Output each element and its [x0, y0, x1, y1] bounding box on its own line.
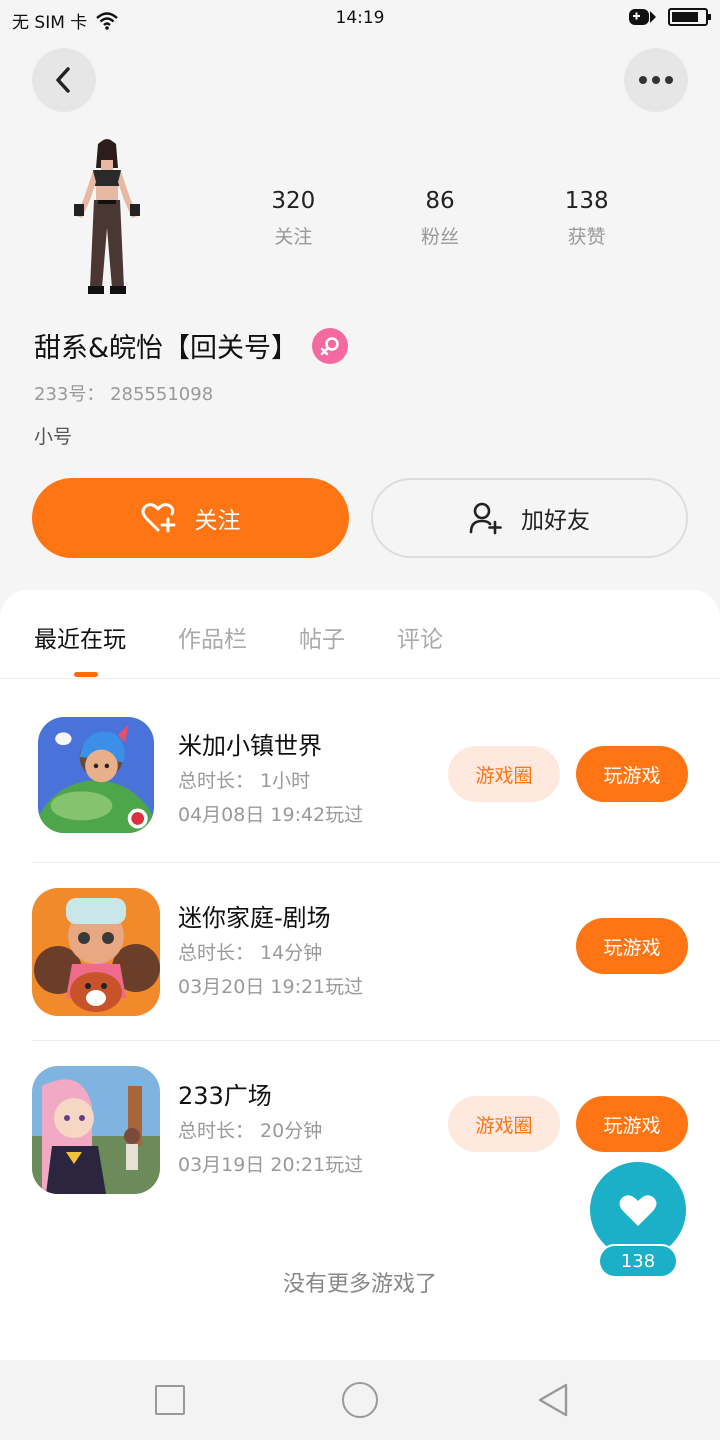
play-game-button[interactable]: 玩游戏 [576, 918, 688, 974]
status-bar: 无 SIM 卡 14:19 [0, 0, 720, 36]
stat-label: 关注 [274, 226, 313, 248]
back-button[interactable] [32, 48, 96, 112]
status-right [628, 7, 711, 27]
home-icon[interactable] [342, 1382, 378, 1418]
game-duration: 总时长： 20分钟 [178, 1120, 323, 1142]
game-duration: 总时长： 1小时 [178, 770, 311, 792]
add-user-icon [469, 502, 502, 535]
female-gender-icon [312, 327, 349, 364]
recent-apps-icon[interactable] [155, 1385, 185, 1415]
game-duration: 总时长： 14分钟 [178, 942, 323, 964]
game-icon[interactable] [32, 1066, 160, 1194]
add-friend-button[interactable]: 加好友 [371, 478, 688, 558]
tab-works[interactable]: 作品栏 [178, 620, 247, 654]
tab-posts[interactable]: 帖子 [299, 620, 345, 654]
tab-indicator [74, 672, 98, 677]
system-nav-bar [0, 1360, 720, 1440]
username: 甜系&皖怡【回关号】 [34, 333, 299, 364]
game-last-played: 03月20日 19:21玩过 [178, 976, 364, 998]
row-divider [32, 1040, 720, 1041]
tab-recently-played[interactable]: 最近在玩 [34, 620, 126, 654]
add-friend-label: 加好友 [521, 508, 590, 534]
game-last-played: 04月08日 19:42玩过 [178, 804, 364, 826]
row-divider [32, 862, 720, 863]
user-id: 233号： 285551098 [34, 384, 214, 405]
battery-fill [672, 12, 698, 22]
tab-bar: 最近在玩 作品栏 帖子 评论 [34, 620, 443, 654]
game-circle-button[interactable]: 游戏圈 [448, 746, 560, 802]
chevron-left-icon [56, 67, 70, 93]
stat-likes[interactable]: 138 获赞 [527, 188, 647, 249]
status-time: 14:19 [335, 8, 385, 28]
follow-button[interactable]: 关注 [32, 478, 349, 558]
stat-label: 粉丝 [420, 226, 459, 248]
avatar[interactable] [60, 138, 150, 298]
battery-icon [668, 8, 711, 26]
tabs-divider [0, 678, 720, 679]
username-row: 甜系&皖怡【回关号】 [34, 326, 349, 365]
stat-value: 320 [271, 188, 316, 214]
more-dots-icon [639, 76, 673, 84]
more-button[interactable] [624, 48, 688, 112]
tab-comments[interactable]: 评论 [397, 620, 443, 654]
game-row[interactable]: 迷你家庭-剧场 总时长： 14分钟 03月20日 19:21玩过 玩游戏 [32, 888, 688, 1038]
game-circle-button[interactable]: 游戏圈 [448, 1096, 560, 1152]
heart-icon [619, 1195, 657, 1226]
game-icon[interactable] [38, 717, 154, 833]
play-game-button[interactable]: 玩游戏 [576, 746, 688, 802]
game-title: 233广场 [178, 1082, 272, 1110]
stat-value: 86 [425, 188, 455, 214]
stat-following[interactable]: 320 关注 [233, 188, 353, 249]
user-bio: 小号 [34, 426, 73, 448]
game-row[interactable]: 233广场 总时长： 20分钟 03月19日 20:21玩过 游戏圈 玩游戏 [32, 1066, 688, 1216]
game-last-played: 03月19日 20:21玩过 [178, 1154, 364, 1176]
like-count: 138 [598, 1244, 678, 1278]
game-icon[interactable] [32, 888, 160, 1016]
heart-plus-icon [141, 503, 175, 533]
profile-stats: 320 关注 86 粉丝 138 获赞 [220, 188, 660, 249]
game-row[interactable]: 米加小镇世界 总时长： 1小时 04月08日 19:42玩过 游戏圈 玩游戏 [32, 716, 688, 866]
stat-followers[interactable]: 86 粉丝 [380, 188, 500, 249]
stat-label: 获赞 [567, 226, 606, 248]
stat-value: 138 [564, 188, 609, 214]
play-game-button[interactable]: 玩游戏 [576, 1096, 688, 1152]
back-triangle-icon[interactable] [536, 1382, 572, 1418]
game-controller-icon [629, 9, 656, 25]
game-title: 米加小镇世界 [178, 732, 322, 760]
follow-label: 关注 [194, 508, 241, 534]
game-title: 迷你家庭-剧场 [178, 904, 331, 932]
